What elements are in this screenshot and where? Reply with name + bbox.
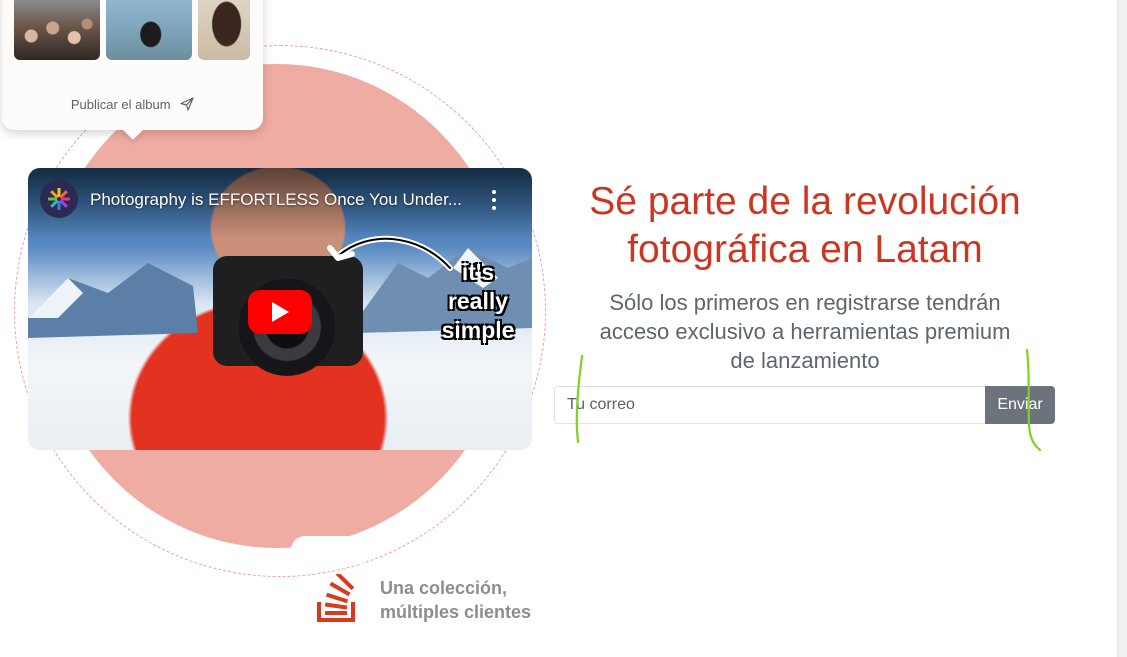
- channel-logo-icon[interactable]: [40, 180, 78, 218]
- publish-album-label: Publicar el album: [70, 97, 171, 112]
- brand-tagline: Una colección, múltiples clientes: [380, 576, 531, 624]
- more-vert-icon[interactable]: [486, 190, 502, 210]
- page-scrollbar[interactable]: [1117, 0, 1127, 657]
- caption-line: it's: [461, 259, 495, 285]
- thumbnail-caption: it's really simple: [438, 258, 518, 345]
- album-card: Publicar el album: [2, 0, 263, 140]
- album-thumbnail[interactable]: [106, 0, 192, 60]
- subtitle-line: Sólo los primeros en registrarse tendrán: [609, 290, 1001, 315]
- submit-button[interactable]: Enviar: [985, 386, 1055, 424]
- page-subtitle: Sólo los primeros en registrarse tendrán…: [570, 288, 1040, 375]
- youtube-video-embed[interactable]: it's really simple Photography is EFFORT…: [28, 168, 532, 450]
- publish-album-button[interactable]: Publicar el album: [2, 97, 263, 114]
- tagline-line: múltiples clientes: [380, 602, 532, 622]
- tagline-line: Una colección,: [380, 578, 508, 598]
- page-title: Sé parte de la revolución fotográfica en…: [560, 178, 1050, 274]
- send-icon: [180, 97, 194, 114]
- circle-notch: [291, 536, 363, 564]
- album-thumbnail[interactable]: [198, 0, 250, 60]
- stack-logo-icon: [317, 574, 355, 622]
- caption-line: really: [447, 288, 509, 314]
- email-field[interactable]: [554, 386, 986, 424]
- title-line: fotográfica en Latam: [627, 228, 983, 271]
- caption-line: simple: [441, 317, 515, 343]
- youtube-play-icon[interactable]: [248, 290, 312, 334]
- album-thumbnail[interactable]: [14, 0, 100, 60]
- curved-arrow-icon: [327, 235, 453, 271]
- subtitle-line: de lanzamiento: [730, 348, 880, 373]
- video-title[interactable]: Photography is EFFORTLESS Once You Under…: [90, 190, 475, 210]
- title-line: Sé parte de la revolución: [589, 180, 1021, 223]
- subtitle-line: acceso exclusivo a herramientas premium: [599, 319, 1011, 344]
